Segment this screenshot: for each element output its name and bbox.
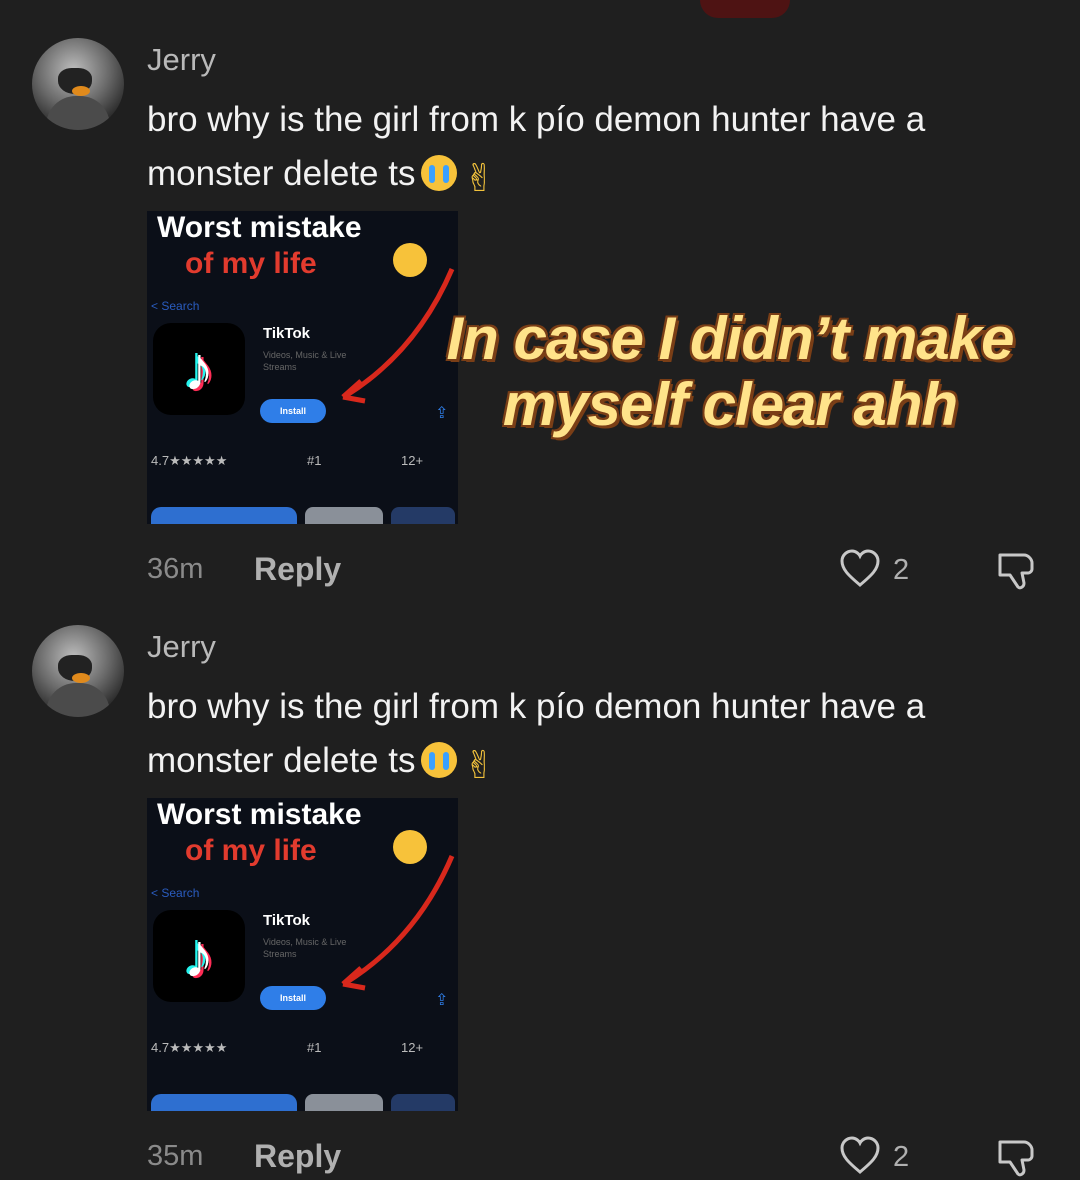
like-count: 2 bbox=[893, 1141, 910, 1173]
comment-item: Jerry bro why is the girl from k pío dem… bbox=[0, 0, 1080, 590]
reply-button[interactable]: Reply bbox=[254, 1138, 341, 1175]
avatar[interactable] bbox=[32, 38, 124, 130]
image-screenshot-2 bbox=[305, 1094, 383, 1111]
image-rank: #1 bbox=[307, 453, 322, 468]
comment-username[interactable]: Jerry bbox=[147, 629, 216, 665]
red-arrow-icon bbox=[341, 855, 455, 991]
image-screenshot-1 bbox=[151, 507, 297, 524]
image-rating: 4.7★★★★★ bbox=[151, 453, 228, 468]
meme-overlay-caption: In case I didn’t make myself clear ahh bbox=[380, 306, 1080, 438]
image-screenshot-1 bbox=[151, 1094, 297, 1111]
overlay-line-1: In case I didn’t make bbox=[446, 305, 1015, 372]
loudly-crying-face-icon bbox=[421, 742, 458, 778]
comment-timestamp: 35m bbox=[147, 1140, 204, 1172]
like-count: 2 bbox=[893, 554, 910, 586]
victory-hand-icon: ✌ bbox=[463, 158, 496, 200]
comment-username[interactable]: Jerry bbox=[147, 42, 216, 78]
avatar[interactable] bbox=[32, 625, 124, 717]
comment-text: bro why is the girl from k pío demon hun… bbox=[147, 687, 926, 787]
image-screenshot-3 bbox=[391, 507, 455, 524]
image-rating: 4.7★★★★★ bbox=[151, 1040, 228, 1055]
image-rank: #1 bbox=[307, 1040, 322, 1055]
overlay-line-2: myself clear ahh bbox=[502, 371, 958, 438]
loudly-crying-face-icon bbox=[421, 155, 458, 191]
victory-hand-icon: ✌ bbox=[463, 745, 496, 787]
comment-text: bro why is the girl from k pío demon hun… bbox=[147, 100, 926, 200]
reply-button[interactable]: Reply bbox=[254, 551, 341, 588]
comment-item: Jerry bro why is the girl from k pío dem… bbox=[0, 587, 1080, 1177]
image-screenshot-3 bbox=[391, 1094, 455, 1111]
image-age: 12+ bbox=[401, 1040, 424, 1055]
comment-timestamp: 36m bbox=[147, 553, 204, 585]
heart-icon[interactable] bbox=[838, 1134, 882, 1178]
thumbs-down-icon[interactable] bbox=[994, 1134, 1040, 1180]
image-age: 12+ bbox=[401, 453, 424, 468]
heart-icon[interactable] bbox=[838, 547, 882, 591]
comment-image[interactable]: Worst mistake of my life < Search ♪ TikT… bbox=[147, 798, 458, 1111]
image-screenshot-2 bbox=[305, 507, 383, 524]
